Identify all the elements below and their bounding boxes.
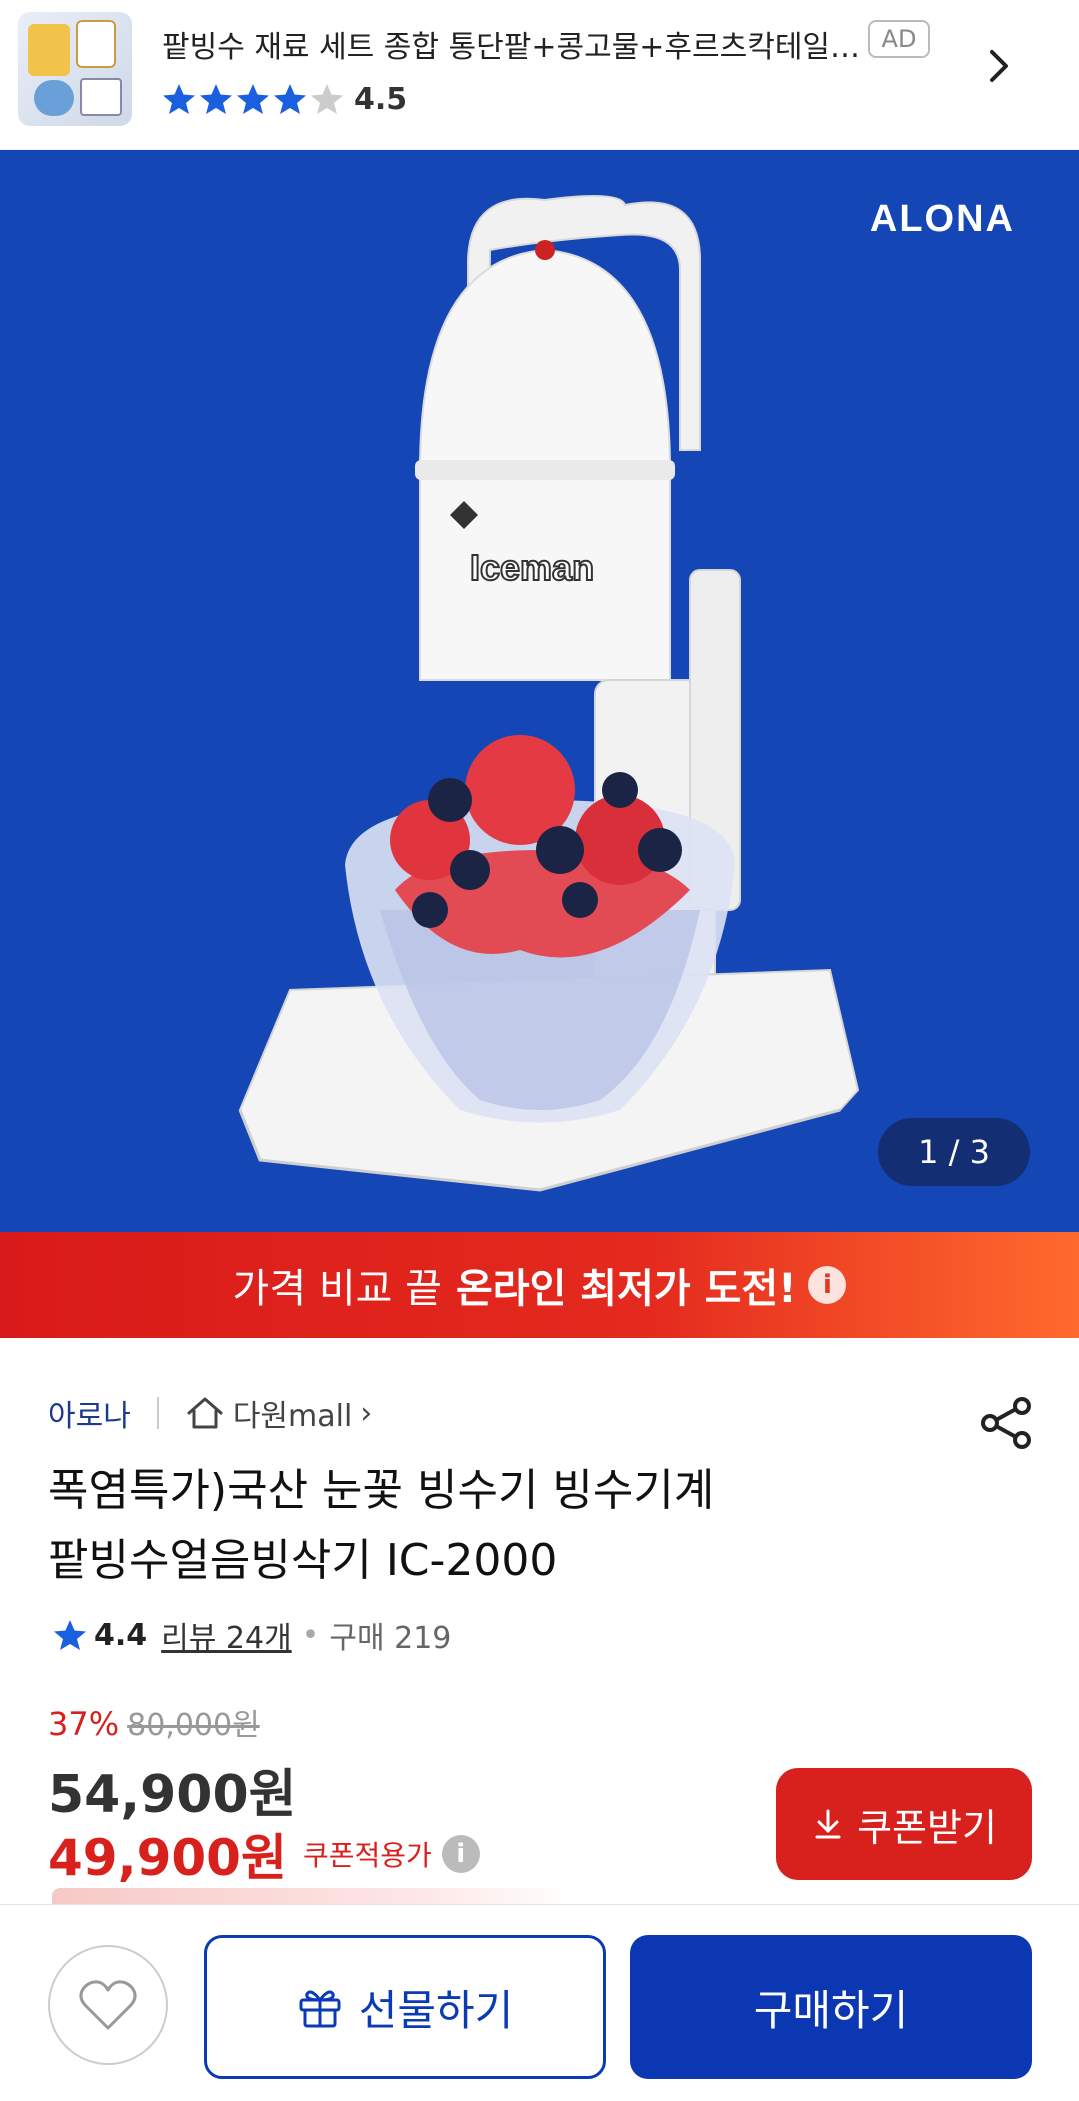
partial-notice-strip — [52, 1888, 572, 1904]
ad-thumbnail[interactable] — [18, 12, 132, 126]
star-icon — [200, 84, 232, 114]
sale-price: 54,900원 — [48, 1765, 297, 1825]
ad-title[interactable]: 팥빙수 재료 세트 종합 통단팥+콩고물+후르츠칵테일+... — [162, 22, 862, 66]
review-link[interactable]: 리뷰 24개 — [161, 1613, 292, 1657]
info-icon[interactable]: i — [808, 1266, 847, 1304]
ad-rating: 4.5 — [354, 82, 408, 117]
ad-banner[interactable]: 팥빙수 재료 세트 종합 통단팥+콩고물+후르츠칵테일+... AD 4.5 — [0, 0, 1079, 150]
gift-button-label: 선물하기 — [358, 1985, 514, 2035]
product-title-line2: 팥빙수얼음빙삭기 IC-2000 — [48, 1535, 558, 1586]
svg-text:Iceman: Iceman — [470, 547, 594, 588]
product-title: 폭염특가)국산 눈꽃 빙수기 빙수기계 팥빙수얼음빙삭기 IC-2000 — [48, 1456, 948, 1596]
store-name: 다원mall — [232, 1399, 353, 1434]
product-image: Iceman — [238, 195, 860, 1192]
home-icon — [187, 1397, 223, 1429]
rating-row: 4.4 리뷰 24개 • 구매 219 — [52, 1612, 451, 1658]
coupon-price: 49,900원 — [48, 1829, 287, 1887]
image-counter: 1 / 3 — [878, 1118, 1030, 1186]
bottom-action-bar: 선물하기 구매하기 — [0, 1904, 1079, 2101]
promo-text: 가격 비교 끝 — [232, 1266, 442, 1312]
ad-star-rating — [162, 82, 346, 118]
ad-badge: AD — [868, 20, 930, 58]
buy-button[interactable]: 구매하기 — [630, 1935, 1032, 2079]
download-icon — [815, 1809, 841, 1839]
coupon-button-label: 쿠폰받기 — [857, 1805, 997, 1850]
rating-score: 4.4 — [94, 1617, 148, 1653]
gift-icon — [299, 1990, 341, 2028]
buy-button-label: 구매하기 — [753, 1985, 909, 2035]
discount-row: 37% 80,000원 — [48, 1700, 260, 1746]
wishlist-button[interactable] — [48, 1945, 168, 2065]
chevron-right-icon: › — [360, 1395, 373, 1431]
seller-row: 아로나 다원mall › — [48, 1390, 372, 1436]
coupon-label: 쿠폰적용가 — [302, 1839, 432, 1872]
discount-rate: 37% — [48, 1705, 120, 1743]
chevron-right-icon[interactable] — [984, 46, 1014, 86]
product-image-carousel[interactable]: ALONA Iceman 1 / 3 — [0, 150, 1079, 1232]
heart-icon — [79, 1980, 137, 2030]
brand-link[interactable]: 아로나 — [48, 1391, 131, 1435]
promo-emphasis: 온라인 최저가 도전! — [455, 1266, 797, 1312]
star-icon — [54, 1620, 86, 1650]
purchase-count: 구매 219 — [329, 1621, 452, 1656]
original-price: 80,000원 — [127, 1708, 260, 1743]
coupon-download-button[interactable]: 쿠폰받기 — [776, 1768, 1032, 1880]
product-title-line1: 폭염특가)국산 눈꽃 빙수기 빙수기계 — [48, 1465, 715, 1516]
separator-dot: • — [301, 1617, 320, 1653]
star-icon — [274, 84, 306, 114]
info-icon[interactable]: i — [441, 1835, 480, 1873]
store-link[interactable]: 다원mall › — [185, 1391, 372, 1435]
promo-banner[interactable]: 가격 비교 끝 온라인 최저가 도전! i — [0, 1232, 1079, 1338]
gift-button[interactable]: 선물하기 — [204, 1935, 606, 2079]
share-icon[interactable] — [978, 1394, 1036, 1452]
coupon-price-row: 49,900원 쿠폰적용가 i — [48, 1818, 480, 1890]
star-half-icon — [311, 84, 343, 114]
divider — [156, 1397, 159, 1429]
star-icon — [163, 84, 195, 114]
star-icon — [237, 84, 269, 114]
